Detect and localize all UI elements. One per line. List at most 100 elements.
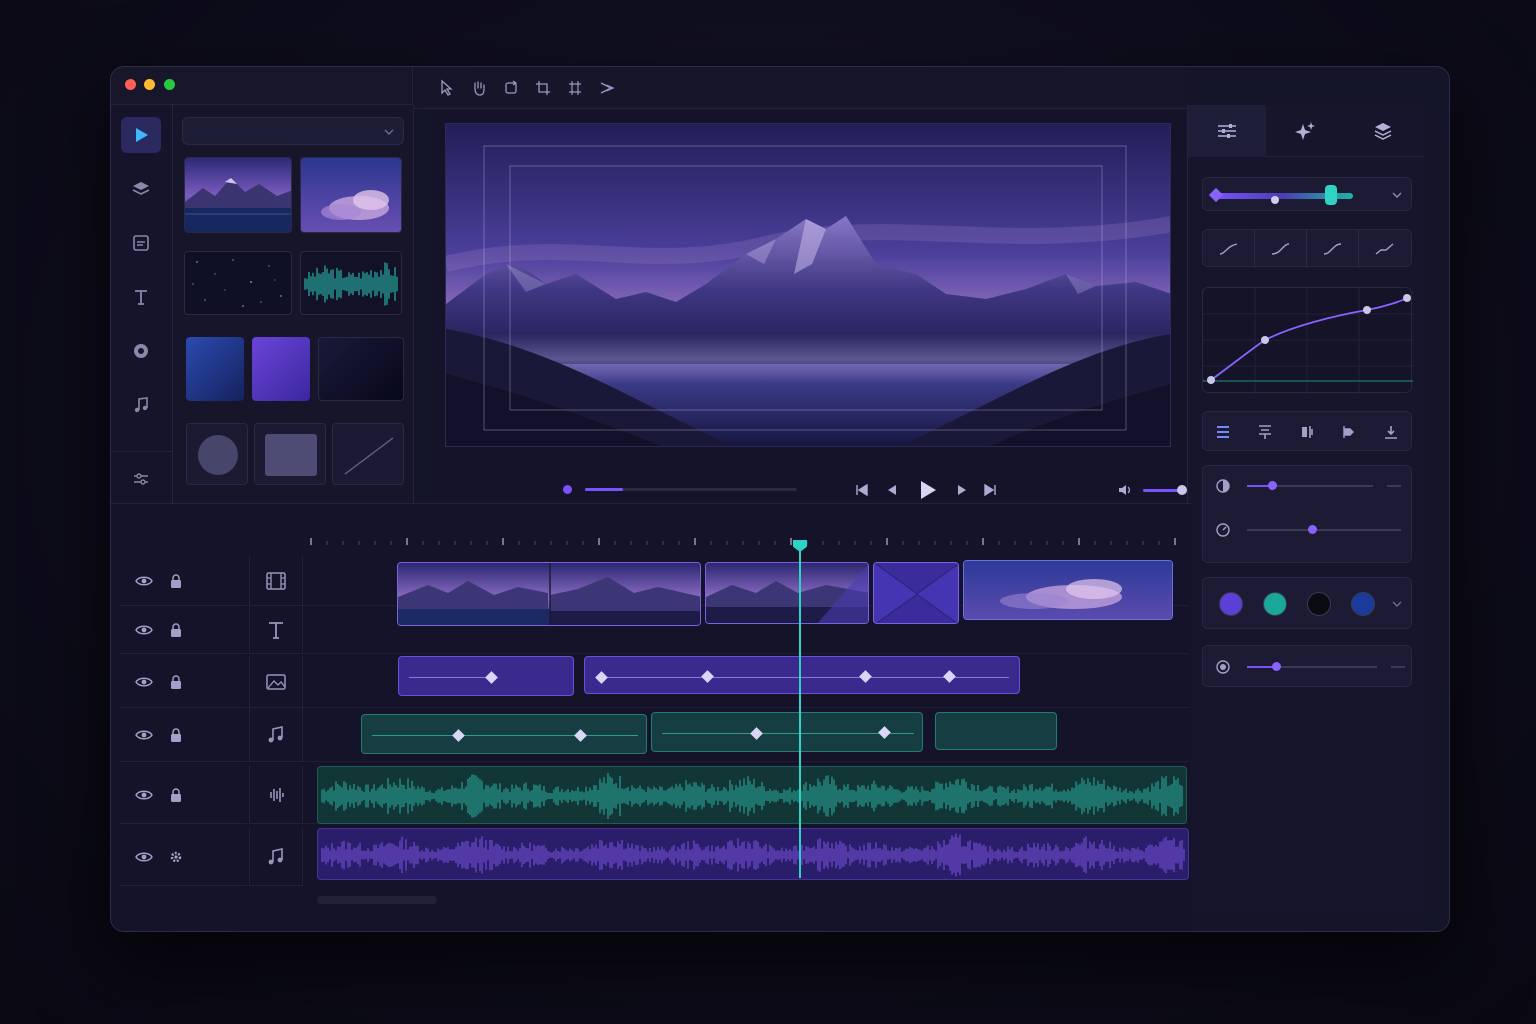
curve-editor[interactable] <box>1202 287 1413 394</box>
track-type-text <box>249 606 303 654</box>
lock-icon[interactable] <box>169 674 183 690</box>
step-forward-icon[interactable] <box>955 483 969 497</box>
time-ruler[interactable] <box>303 504 1189 552</box>
eye-icon[interactable] <box>135 573 153 589</box>
keyframe-marker[interactable] <box>943 670 956 683</box>
blur-slider[interactable] <box>1247 662 1377 671</box>
gradient-midpoint[interactable] <box>1271 196 1279 204</box>
blue-gradient-swatch[interactable] <box>186 337 244 401</box>
record-icon[interactable] <box>121 333 161 369</box>
music-clip-2[interactable] <box>651 712 923 752</box>
ease-out-preset[interactable] <box>1255 230 1307 268</box>
purple-gradient-swatch[interactable] <box>252 337 310 401</box>
eye-icon[interactable] <box>135 674 153 690</box>
minimize-window-button[interactable] <box>144 79 155 90</box>
select-tool-icon[interactable] <box>438 79 456 97</box>
tab-effects[interactable] <box>1266 105 1344 157</box>
forward-tool-icon[interactable] <box>598 79 616 97</box>
music-clip-3[interactable] <box>935 712 1057 750</box>
color-swatch[interactable] <box>1307 592 1331 616</box>
curve-point[interactable] <box>1363 306 1371 314</box>
audio-waveform-thumbnail[interactable] <box>300 251 402 315</box>
play-icon[interactable] <box>121 117 161 153</box>
eye-icon[interactable] <box>135 622 153 638</box>
align-middle-icon[interactable] <box>1257 424 1273 440</box>
keyframe-marker[interactable] <box>452 729 465 742</box>
layers-icon[interactable] <box>121 171 161 207</box>
keyframe-marker[interactable] <box>878 726 891 739</box>
sliders-icon <box>1218 124 1236 138</box>
keyframe-marker[interactable] <box>485 671 498 684</box>
volume-icon[interactable] <box>1117 483 1133 497</box>
trim-tool-icon[interactable] <box>566 79 584 97</box>
color-swatch[interactable] <box>1219 592 1243 616</box>
opacity-slider[interactable] <box>1247 481 1373 490</box>
text-icon[interactable] <box>121 279 161 315</box>
align-bottom-icon[interactable] <box>1383 424 1399 440</box>
media-filter-dropdown[interactable] <box>182 117 404 145</box>
skip-forward-icon[interactable] <box>983 483 997 497</box>
volume-knob[interactable] <box>1177 485 1188 495</box>
opacity-value-dash <box>1387 485 1401 487</box>
adjust-icon[interactable] <box>121 461 161 497</box>
play-button[interactable] <box>917 479 939 501</box>
align-right-icon[interactable] <box>1299 424 1315 440</box>
color-swatch[interactable] <box>1351 592 1375 616</box>
preview-canvas[interactable] <box>445 123 1171 447</box>
progress-track[interactable] <box>585 488 797 491</box>
dark-gradient-swatch[interactable] <box>318 337 404 401</box>
music-icon[interactable] <box>121 387 161 423</box>
circle-shape-tile[interactable] <box>186 423 248 485</box>
chevron-down-icon[interactable] <box>1391 190 1403 200</box>
close-window-button[interactable] <box>125 79 136 90</box>
linear-ease-preset[interactable] <box>1359 230 1411 268</box>
gradient-stop-end[interactable] <box>1325 185 1337 205</box>
image-clip-2[interactable] <box>584 656 1020 694</box>
crop-tool-icon[interactable] <box>534 79 552 97</box>
ease-in-out-preset[interactable] <box>1307 230 1359 268</box>
keyframe-marker[interactable] <box>701 670 714 683</box>
audio-clip-purple[interactable] <box>317 828 1189 880</box>
lock-icon[interactable] <box>169 727 183 743</box>
tab-adjust[interactable] <box>1188 105 1266 157</box>
audio-clip-teal[interactable] <box>317 766 1187 824</box>
lock-icon[interactable] <box>169 622 183 638</box>
image-clip-1[interactable] <box>398 656 574 696</box>
hand-tool-icon[interactable] <box>470 79 488 97</box>
track-controls <box>119 556 247 606</box>
rotation-slider[interactable] <box>1247 525 1401 534</box>
keyframe-marker[interactable] <box>595 671 608 684</box>
lock-icon[interactable] <box>169 573 183 589</box>
gradient-stop-start[interactable] <box>1208 187 1224 203</box>
lock-icon[interactable] <box>169 787 183 803</box>
keyframe-marker[interactable] <box>859 670 872 683</box>
curve-point[interactable] <box>1261 336 1269 344</box>
rotate-tool-icon[interactable] <box>502 79 520 97</box>
music-clip-1[interactable] <box>361 714 647 754</box>
ease-in-preset[interactable] <box>1203 230 1255 268</box>
step-back-icon[interactable] <box>885 483 899 497</box>
mountain-lake-thumbnail[interactable] <box>184 157 292 233</box>
media-icon[interactable] <box>121 225 161 261</box>
distribute-icon[interactable] <box>1341 424 1357 440</box>
keyframe-marker[interactable] <box>750 727 763 740</box>
line-shape-tile[interactable] <box>332 423 404 485</box>
curve-point[interactable] <box>1403 294 1411 302</box>
maximize-window-button[interactable] <box>164 79 175 90</box>
keyframe-marker[interactable] <box>574 729 587 742</box>
timeline-scrollbar[interactable] <box>317 896 437 904</box>
tab-layers[interactable] <box>1344 105 1422 157</box>
align-left-icon[interactable] <box>1215 424 1231 440</box>
cloud-sky-thumbnail[interactable] <box>300 157 402 233</box>
eye-icon[interactable] <box>135 727 153 743</box>
chevron-down-icon[interactable] <box>1391 599 1403 609</box>
opacity-icon <box>1215 478 1231 494</box>
eye-icon[interactable] <box>135 849 153 865</box>
starfield-thumbnail[interactable] <box>184 251 292 315</box>
square-shape-tile[interactable] <box>254 423 326 485</box>
gear-icon[interactable] <box>169 849 183 865</box>
skip-back-icon[interactable] <box>855 483 869 497</box>
curve-point[interactable] <box>1207 376 1215 384</box>
color-swatch[interactable] <box>1263 592 1287 616</box>
eye-icon[interactable] <box>135 787 153 803</box>
